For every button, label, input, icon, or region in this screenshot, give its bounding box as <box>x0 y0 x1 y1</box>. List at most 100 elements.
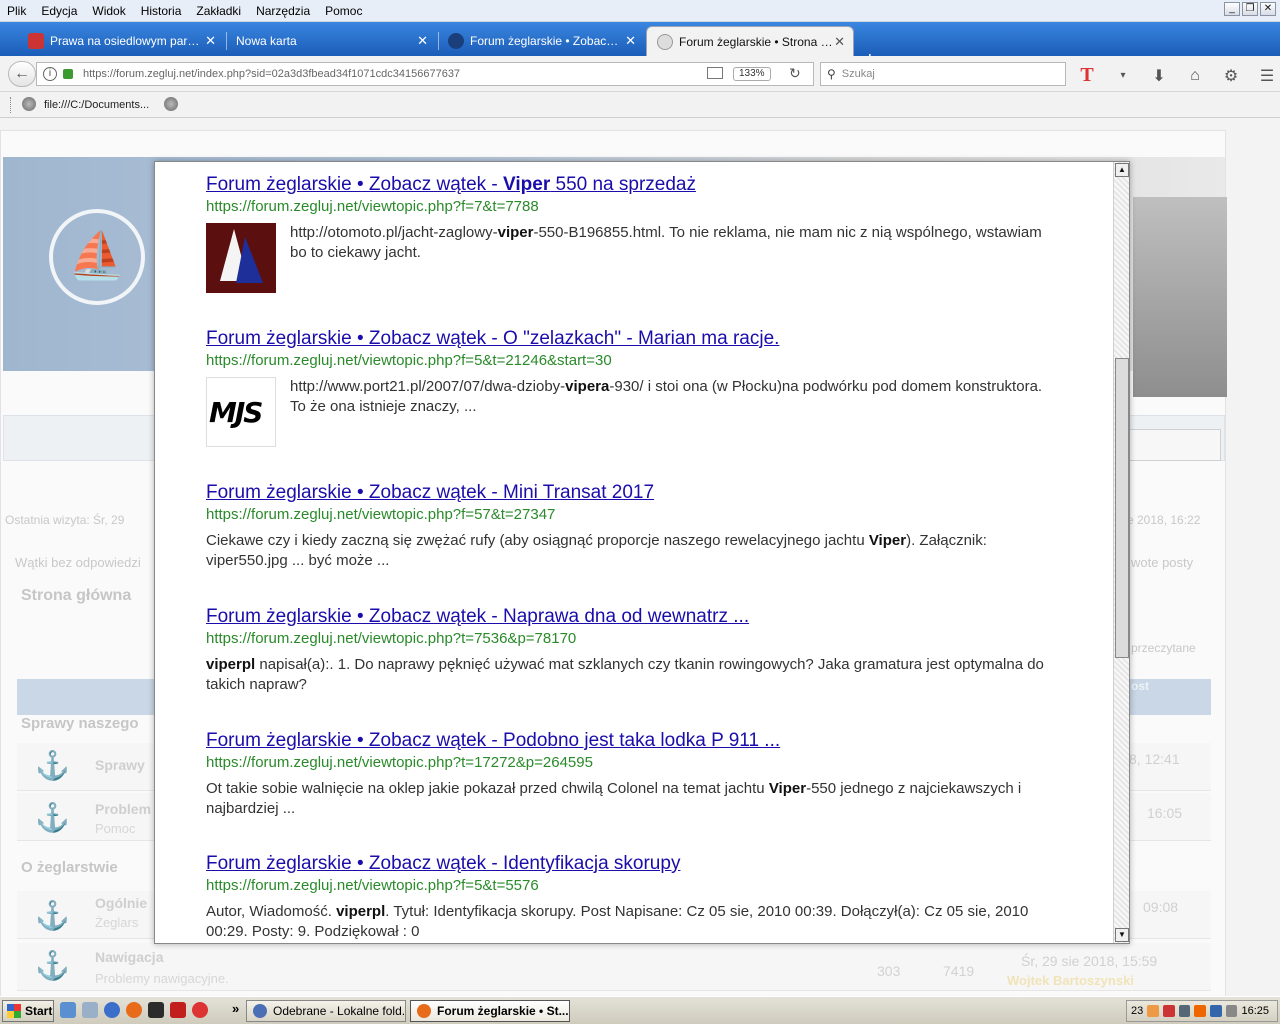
toolbar-icons: T ▾ ⬇ ⌂ ⚙ ☰ <box>1076 64 1278 87</box>
result-item: Forum żeglarskie • Zobacz wątek - Mini T… <box>206 482 1056 571</box>
firefox-icon[interactable] <box>126 1002 142 1018</box>
close-icon[interactable]: ✕ <box>625 33 636 49</box>
forum-title[interactable]: Ogólnie <box>95 895 147 911</box>
last-post-date: Śr, 29 sie 2018, 15:59 <box>1021 953 1158 969</box>
close-icon[interactable]: ✕ <box>417 33 428 49</box>
close-icon[interactable]: ✕ <box>205 33 216 49</box>
start-button[interactable]: Start <box>2 1000 54 1022</box>
url-text[interactable]: https://forum.zegluj.net/index.php?sid=0… <box>83 68 460 80</box>
reader-view-icon[interactable] <box>707 67 723 79</box>
menu-bookmarks[interactable]: Zakładki <box>189 4 249 18</box>
topic-count: 303 <box>877 963 901 979</box>
tab-forum-home[interactable]: Forum żeglarskie • Strona głó... ✕ <box>646 26 854 56</box>
search-results-popup: Forum żeglarskie • Zobacz wątek - Viper … <box>154 161 1130 944</box>
result-url: https://forum.zegluj.net/viewtopic.php?t… <box>206 630 577 647</box>
parking-favicon-icon <box>28 33 44 49</box>
zoom-badge[interactable]: 133% <box>733 67 771 81</box>
new-posts-link[interactable]: wote posty <box>1131 555 1193 570</box>
unanswered-link[interactable]: Wątki bez odpowiedzi <box>15 555 141 570</box>
close-window-button[interactable]: ✕ <box>1260 2 1276 16</box>
last-post-author[interactable]: Wojtek Bartoszynski <box>1007 973 1134 988</box>
back-button[interactable]: ← <box>8 61 36 87</box>
sailboat-logo-icon[interactable]: ⛵ <box>49 209 145 305</box>
info-icon[interactable]: i <box>43 67 57 81</box>
minimize-button[interactable]: _ <box>1224 2 1240 16</box>
result-snippet: Autor, Wiadomość. viperpl. Tytuł: Identy… <box>206 903 1029 940</box>
tab-new[interactable]: Nowa karta ✕ <box>226 26 436 56</box>
result-title-link[interactable]: Forum żeglarskie • Zobacz wątek - Viper … <box>206 174 1056 196</box>
chevron-down-icon[interactable]: ▾ <box>1112 70 1134 81</box>
result-item: Forum żeglarskie • Zobacz wątek - Identy… <box>206 853 1056 942</box>
menu-history[interactable]: Historia <box>134 4 190 18</box>
chevron-right-icon[interactable]: » <box>232 1001 239 1016</box>
app-icon[interactable] <box>192 1002 208 1018</box>
notepad-icon[interactable] <box>82 1002 98 1018</box>
app-icon[interactable] <box>148 1002 164 1018</box>
app-icon[interactable] <box>170 1002 186 1018</box>
scroll-thumb[interactable] <box>1115 358 1129 658</box>
home-icon[interactable]: ⌂ <box>1184 67 1206 85</box>
tray-icon[interactable] <box>1194 1005 1207 1017</box>
result-snippet: http://otomoto.pl/jacht-zaglowy-viper-55… <box>290 224 1042 261</box>
tray-icon[interactable] <box>1147 1005 1159 1017</box>
vertical-scrollbar[interactable]: ▲ ▼ <box>1113 162 1129 943</box>
tab-forum-topic[interactable]: Forum żeglarskie • Zobacz wą... ✕ <box>438 26 644 56</box>
taskbar-item-thunderbird[interactable]: Odebrane - Lokalne fold... <box>246 1000 406 1022</box>
result-title-link[interactable]: Forum żeglarskie • Zobacz wątek - Identy… <box>206 853 1056 875</box>
forum-title[interactable]: Sprawy <box>95 757 145 773</box>
tray-icon[interactable] <box>1162 1005 1175 1017</box>
globe-icon <box>22 97 36 111</box>
hamburger-menu-icon[interactable]: ☰ <box>1256 66 1278 86</box>
result-snippet: http://www.port21.pl/2007/07/dwa-dzioby-… <box>290 378 1043 415</box>
result-snippet: Ot takie sobie walnięcie na oklep jakie … <box>206 780 1022 817</box>
chrome-icon[interactable] <box>104 1002 120 1018</box>
menu-tools[interactable]: Narzędzia <box>249 4 318 18</box>
tab-title: Forum żeglarskie • Strona głó... <box>679 34 833 49</box>
result-title-link[interactable]: Forum żeglarskie • Zobacz wątek - Mini T… <box>206 482 1056 504</box>
taskbar-item-firefox[interactable]: Forum żeglarskie • St... <box>410 1000 570 1022</box>
close-icon[interactable]: ✕ <box>834 34 845 50</box>
breadcrumb[interactable]: Strona główna <box>21 587 131 605</box>
taskbar: Start » Odebrane - Lokalne fold... Forum… <box>0 996 1280 1024</box>
menu-file[interactable]: Plik <box>0 4 34 18</box>
sailboat-thumbnail[interactable] <box>206 223 276 293</box>
result-snippet: viperpl napisał(a):. 1. Do naprawy pękni… <box>206 656 1044 693</box>
result-url: https://forum.zegluj.net/viewtopic.php?f… <box>206 352 612 369</box>
search-input[interactable]: ⚲ Szukaj <box>820 62 1066 86</box>
result-title-link[interactable]: Forum żeglarskie • Zobacz wątek - Napraw… <box>206 606 1056 628</box>
url-bar[interactable]: i https://forum.zegluj.net/index.php?sid… <box>36 62 814 86</box>
gear-icon[interactable]: ⚙ <box>1220 66 1242 86</box>
forum-title[interactable]: Problem <box>95 801 151 817</box>
mail-icon <box>253 1004 267 1018</box>
restore-button[interactable]: ❐ <box>1242 2 1258 16</box>
translate-extension-icon[interactable]: T <box>1076 64 1098 87</box>
tray-number: 23 <box>1131 1005 1144 1017</box>
result-item: Forum żeglarskie • Zobacz wątek - O "zel… <box>206 328 1056 447</box>
forum-subtitle: Pomoc <box>95 821 136 836</box>
desktop-icon[interactable] <box>60 1002 76 1018</box>
speaker-icon[interactable] <box>1225 1005 1238 1017</box>
firefox-icon <box>417 1004 431 1018</box>
tab-parking[interactable]: Prawa na osiedlowym parking... ✕ <box>18 26 224 56</box>
last-post-date: 09:08 <box>1143 899 1179 915</box>
tray-icon[interactable] <box>1178 1005 1191 1017</box>
tray-icon[interactable] <box>1210 1005 1222 1017</box>
forum-search-input[interactable] <box>1129 429 1221 461</box>
scroll-down-icon[interactable]: ▼ <box>1115 928 1129 942</box>
windows-logo-icon <box>7 1004 21 1018</box>
globe-icon[interactable] <box>164 97 178 111</box>
result-title-link[interactable]: Forum żeglarskie • Zobacz wątek - O "zel… <box>206 328 1056 350</box>
scroll-up-icon[interactable]: ▲ <box>1115 163 1129 177</box>
menu-help[interactable]: Pomoc <box>318 4 370 18</box>
forum-title[interactable]: Nawigacja <box>95 949 163 965</box>
download-icon[interactable]: ⬇ <box>1148 66 1170 86</box>
result-title-link[interactable]: Forum żeglarskie • Zobacz wątek - Podobn… <box>206 730 1056 752</box>
bookmark-file-documents[interactable]: file:///C:/Documents... <box>44 99 149 111</box>
menu-view[interactable]: Widok <box>85 4 133 18</box>
header-photo <box>1133 197 1227 397</box>
current-date-text: e 2018, 16:22 <box>1127 513 1201 527</box>
mjs-logo-thumbnail[interactable]: MJS <box>206 377 276 447</box>
menu-edit[interactable]: Edycja <box>34 4 85 18</box>
reload-icon[interactable]: ↻ <box>789 65 801 82</box>
mark-read-link[interactable]: przeczytane <box>1131 641 1196 655</box>
